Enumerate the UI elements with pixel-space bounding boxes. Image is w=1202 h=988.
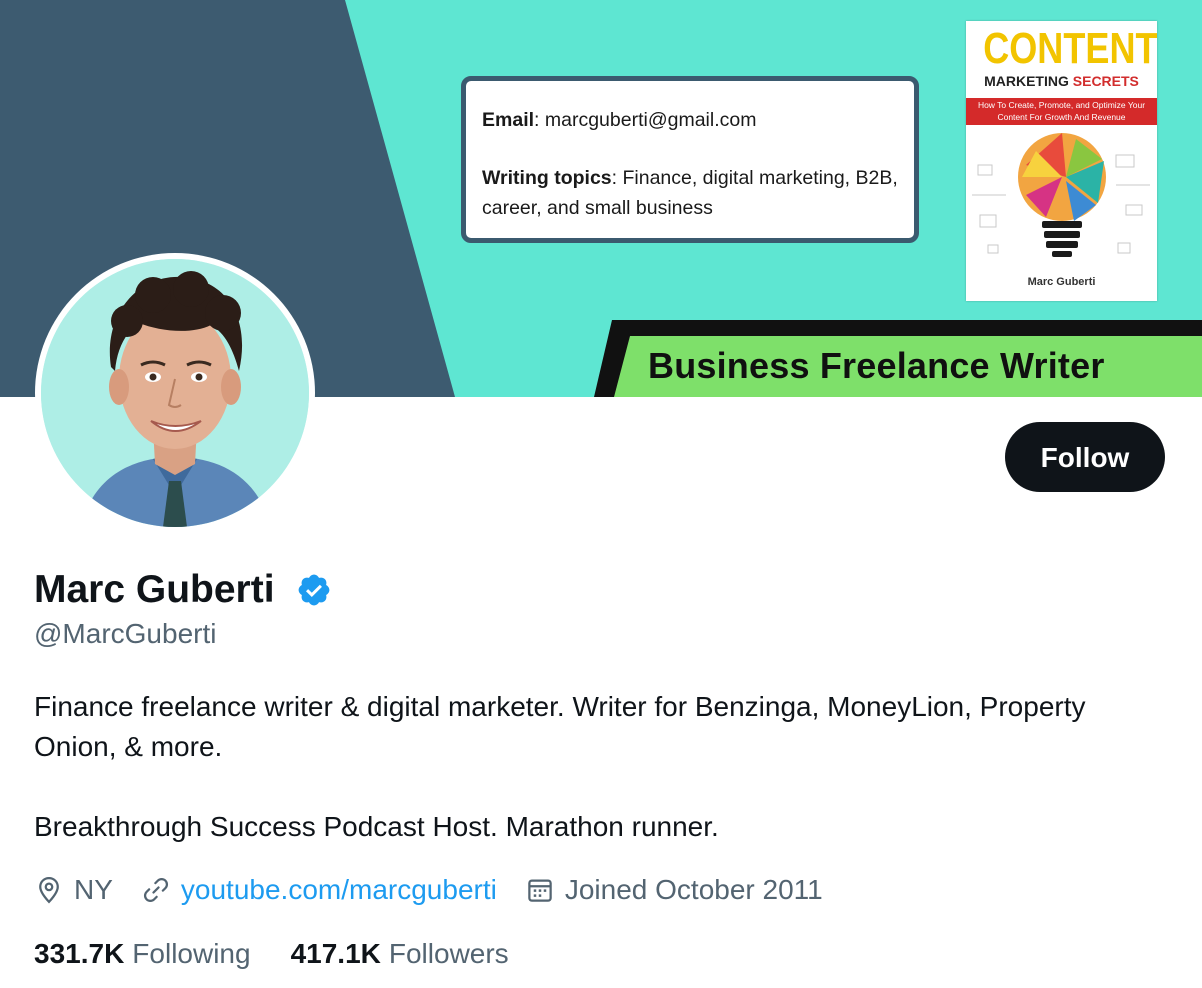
email-line: Email: marcguberti@gmail.com: [482, 105, 898, 135]
email-value: : marcguberti@gmail.com: [534, 109, 757, 131]
bio-line-2: Breakthrough Success Podcast Host. Marat…: [34, 811, 719, 842]
topics-label: Writing topics: [482, 167, 612, 189]
book-title: CONTENT: [983, 24, 1157, 73]
book-subtitle: MARKETING SECRETS: [966, 73, 1157, 89]
verified-badge-icon[interactable]: [296, 572, 332, 608]
profile-meta-row: NY youtube.com/marcguberti Joined Octobe…: [34, 870, 851, 910]
profile-page: Email: marcguberti@gmail.com Writing top…: [0, 0, 1202, 988]
website-item: youtube.com/marcguberti: [141, 874, 497, 906]
bio: Finance freelance writer & digital marke…: [34, 687, 1154, 847]
followers-count: 417.1K: [290, 938, 381, 969]
joined-text: Joined October 2011: [564, 874, 823, 905]
book-cover: CONTENT MARKETING SECRETS How To Create,…: [966, 21, 1157, 301]
link-icon: [143, 877, 168, 903]
following-label: Following: [132, 938, 251, 969]
book-subtitle-part1: MARKETING: [984, 73, 1069, 89]
calendar-icon: [528, 879, 552, 902]
joined-item: Joined October 2011: [525, 874, 823, 906]
avatar-portrait: [41, 259, 309, 527]
following-count: 331.7K: [34, 938, 125, 969]
book-band: How To Create, Promote, and Optimize You…: [966, 98, 1157, 125]
contact-info-card: Email: marcguberti@gmail.com Writing top…: [461, 76, 919, 243]
email-label: Email: [482, 109, 535, 131]
following-link[interactable]: 331.7K Following: [34, 938, 251, 970]
book-author: Marc Guberti: [1027, 276, 1096, 288]
follow-stats: 331.7K Following 417.1K Followers: [34, 934, 549, 974]
bio-line-1: Finance freelance writer & digital marke…: [34, 691, 1086, 762]
topics-line: Writing topics: Finance, digital marketi…: [482, 163, 898, 223]
follow-button[interactable]: Follow: [1005, 422, 1165, 492]
display-name: Marc Guberti: [34, 568, 275, 611]
website-link[interactable]: youtube.com/marcguberti: [181, 874, 497, 906]
banner-tagline: Business Freelance Writer: [648, 345, 1105, 386]
avatar-photo: [41, 259, 309, 527]
location-text: NY: [74, 874, 113, 905]
book-subtitle-part2: SECRETS: [1072, 73, 1139, 89]
followers-link[interactable]: 417.1K Followers: [291, 938, 509, 970]
lightbulb-illustration: [972, 133, 1150, 257]
location-pin-icon: [39, 876, 59, 904]
location-item: NY: [34, 874, 113, 906]
followers-label: Followers: [388, 938, 509, 969]
handle: @MarcGuberti: [34, 618, 217, 649]
avatar[interactable]: [35, 253, 315, 533]
